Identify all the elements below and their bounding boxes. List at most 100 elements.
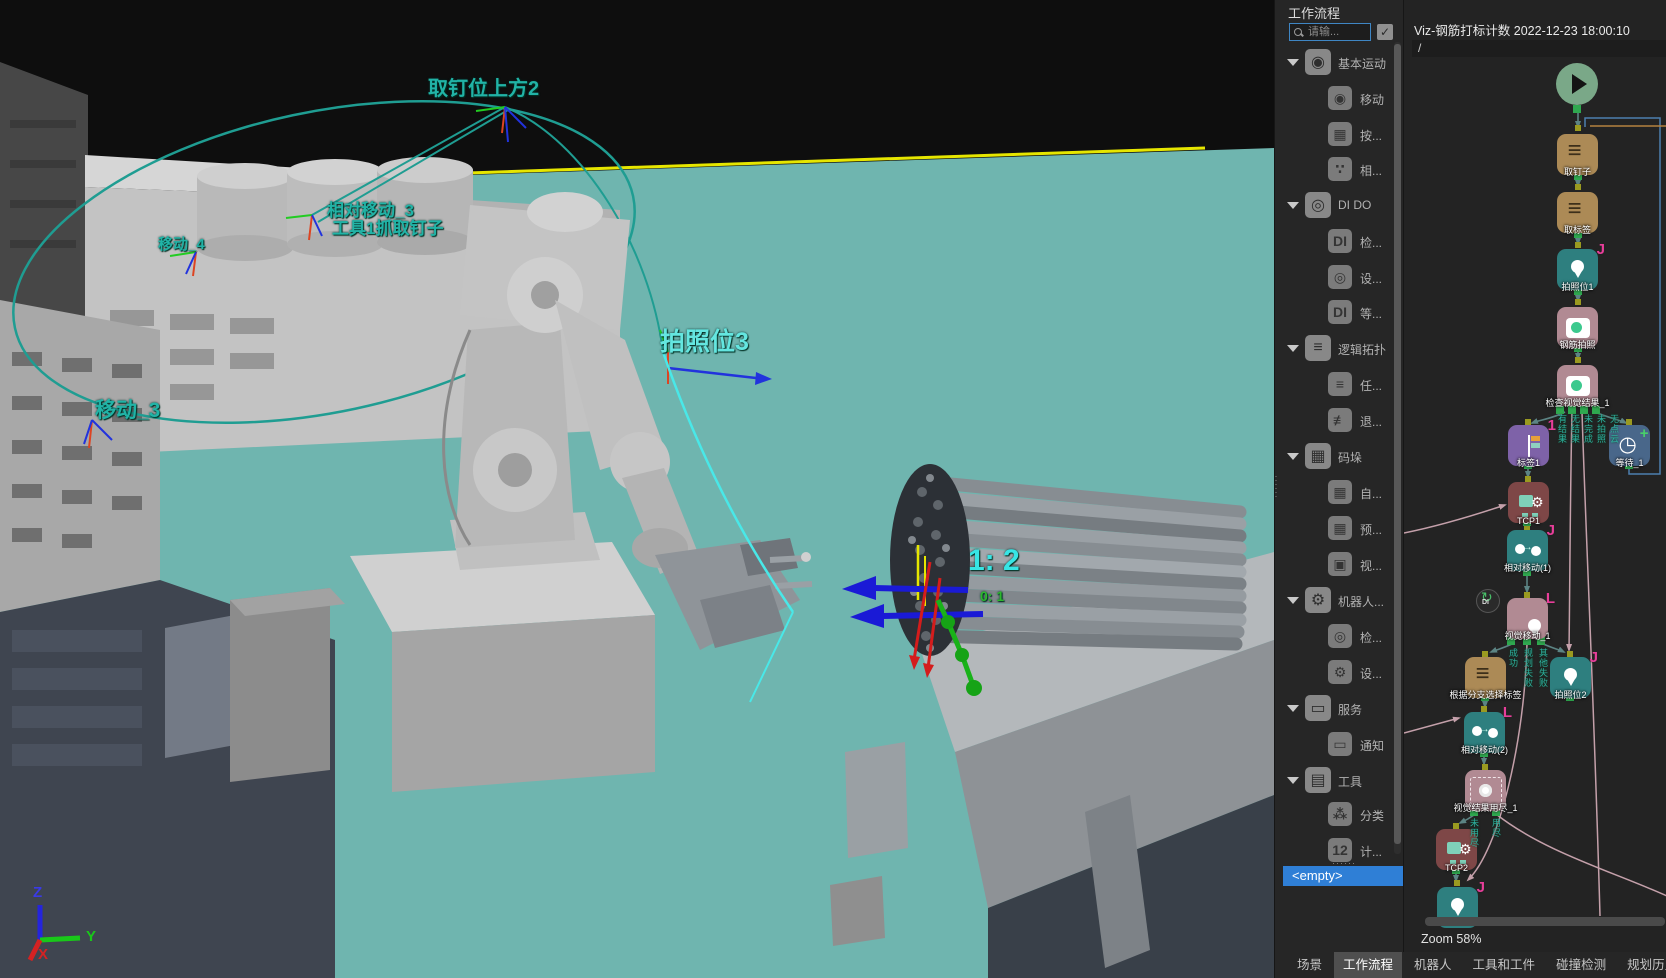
robot-gear-icon: ⚙: [1328, 660, 1352, 684]
signpost-icon: [1520, 435, 1538, 457]
tree-item-robot-set[interactable]: ⚙设...: [1275, 654, 1406, 690]
count-ratio-small-label: 0: 1: [980, 588, 1004, 604]
tree-item-relative-move[interactable]: ∵相...: [1275, 151, 1406, 187]
tree-scrollbar-thumb[interactable]: [1394, 44, 1401, 844]
robot-arm-icon: ⚙: [1305, 587, 1331, 613]
tree-group-logic-topology[interactable]: ≡逻辑拓扑: [1275, 330, 1406, 366]
node-vision-move-1[interactable]: L视觉移动_1: [1507, 598, 1548, 639]
tab-tools-workpieces[interactable]: 工具和工件: [1464, 952, 1545, 978]
tree-item-auto-pallet[interactable]: ▦自...: [1275, 474, 1406, 510]
tree-item-vision-pallet[interactable]: ▣视...: [1275, 546, 1406, 582]
pallet-camera-icon: ▣: [1328, 552, 1352, 576]
clock-plus-icon: [1619, 435, 1641, 457]
tree-item-move[interactable]: ◉移动: [1275, 80, 1406, 116]
play-button[interactable]: [1556, 63, 1598, 105]
camera-check-icon: [1566, 376, 1590, 396]
search-input[interactable]: [1306, 25, 1370, 39]
search-box[interactable]: [1289, 23, 1371, 41]
node-relative-move-2[interactable]: L相对移动(2): [1464, 712, 1505, 753]
tree-group-di-do[interactable]: ◎DI DO: [1275, 187, 1406, 223]
search-icon: [1294, 28, 1303, 37]
3d-viewport[interactable]: 取钉位上方2 相对移动_3 工具1抓取钉子 移动_4 拍照位3 移动_3 1: …: [0, 0, 1274, 978]
tree-item-wait-di[interactable]: DI等...: [1275, 294, 1406, 330]
node-pick-nail[interactable]: 取钉子: [1557, 134, 1598, 175]
tree-group-tools[interactable]: ▤工具: [1275, 762, 1406, 798]
tree-group-palletize[interactable]: ▦码垛: [1275, 438, 1406, 474]
di-check-icon: DI: [1328, 229, 1352, 253]
axis-x-label: X: [38, 946, 48, 963]
tree-item-notify[interactable]: ▭通知: [1275, 726, 1406, 762]
branch-label: 成功: [1507, 648, 1520, 668]
tree-item-grid-move[interactable]: ▦按...: [1275, 116, 1406, 152]
collapse-triangle-icon[interactable]: [1287, 345, 1299, 352]
waypoint-label-tool-grab: 工具1抓取钉子: [332, 214, 443, 239]
tab-robot[interactable]: 机器人: [1405, 952, 1461, 978]
selected-item-bar[interactable]: <empty>: [1283, 866, 1406, 886]
classify-icon: ⁂: [1328, 802, 1352, 826]
tab-scene[interactable]: 场景: [1288, 952, 1331, 978]
resize-handle-vertical[interactable]: ······: [1273, 474, 1279, 498]
tree-group-service[interactable]: ▭服务: [1275, 690, 1406, 726]
node-select-label-by-branch[interactable]: 根据分支选择标签: [1465, 657, 1506, 698]
loop-di-icon[interactable]: [1476, 589, 1500, 613]
collapse-triangle-icon[interactable]: [1287, 202, 1299, 209]
chat-notify-icon: ▭: [1328, 732, 1352, 756]
layers-icon: [1566, 201, 1590, 225]
node-vision-result-exhausted[interactable]: 视觉结果用尽_1: [1465, 770, 1506, 811]
graph-hscrollbar[interactable]: [1425, 917, 1665, 926]
robot-check-icon: ◎: [1328, 624, 1352, 648]
tree-group-basic-motion[interactable]: ◉基本运动: [1275, 44, 1406, 80]
node-photo-pos-1[interactable]: J拍照位1: [1557, 249, 1598, 290]
workflow-graph-panel[interactable]: Viz-钢筋打标计数 2022-12-23 18:00:10 /: [1403, 0, 1666, 978]
branch-label: 无点云: [1608, 414, 1621, 444]
workflow-library-panel: 工作流程 ◉基本运动 ◉移动 ▦按... ∵相... ◎DI DO DI检...…: [1274, 0, 1405, 978]
tab-collision-detect[interactable]: 碰撞检测: [1547, 952, 1615, 978]
tree-item-preset-pallet[interactable]: ▦预...: [1275, 510, 1406, 546]
collapse-triangle-icon[interactable]: [1287, 705, 1299, 712]
node-rebar-photo[interactable]: 钢筋拍照: [1557, 307, 1598, 348]
node-photo-pos-2[interactable]: J拍照位2: [1550, 657, 1591, 698]
tree-item-check-di[interactable]: DI检...: [1275, 223, 1406, 259]
node-pick-label[interactable]: 取标签: [1557, 192, 1598, 233]
tree-item-set-do[interactable]: ◎设...: [1275, 259, 1406, 295]
collapse-triangle-icon[interactable]: [1287, 777, 1299, 784]
tab-workflow[interactable]: 工作流程: [1334, 952, 1402, 978]
branch-label: 规划失败: [1522, 648, 1535, 688]
layers-icon: [1566, 143, 1590, 167]
collapse-triangle-icon[interactable]: [1287, 59, 1299, 66]
do-circle-icon: ◎: [1328, 265, 1352, 289]
panel-title: 工作流程: [1288, 3, 1340, 22]
tree-item-exit[interactable]: ≢退...: [1275, 402, 1406, 438]
pallet-grid-icon: ▦: [1328, 516, 1352, 540]
tree-item-robot-check[interactable]: ◎检...: [1275, 618, 1406, 654]
node-tcp1[interactable]: TCP1: [1508, 482, 1549, 523]
circle-io-icon: ◎: [1305, 192, 1331, 218]
tree-group-robot[interactable]: ⚙机器人...: [1275, 582, 1406, 618]
pallet-icon: ▦: [1305, 443, 1331, 469]
node-check-vision-result[interactable]: 检查视觉结果_1: [1557, 365, 1598, 406]
gripper-gear-icon: [1518, 492, 1540, 514]
node-label-1[interactable]: 1标签1: [1508, 425, 1549, 466]
branch-label: 未完成: [1582, 414, 1595, 444]
collapse-triangle-icon[interactable]: [1287, 453, 1299, 460]
waypoint-label-pick-above: 取钉位上方2: [428, 72, 539, 101]
filter-checkbox[interactable]: [1377, 24, 1393, 40]
relative-move-icon: [1515, 544, 1541, 558]
gripper-gear-icon: [1446, 839, 1468, 861]
tree-item-classify[interactable]: ⁂分类: [1275, 796, 1406, 832]
branch-label: 未用尽: [1468, 818, 1481, 848]
layers-out-icon: ≢: [1328, 408, 1352, 432]
branch-label: 其他失败: [1537, 648, 1550, 688]
collapse-triangle-icon[interactable]: [1287, 597, 1299, 604]
layers-stack-icon: ≡: [1305, 335, 1331, 361]
tree-item-task[interactable]: ≡任...: [1275, 366, 1406, 402]
camera-icon: [1566, 318, 1590, 338]
bottom-tab-bar: 场景 工作流程 机器人 工具和工件 碰撞检测 规划历史 其他: [1283, 952, 1666, 978]
tree-scrollbar[interactable]: [1394, 42, 1401, 854]
tab-planning-history[interactable]: 规划历史: [1618, 952, 1666, 978]
move-pin-icon: [1451, 898, 1465, 918]
move-pin-icon: [1571, 260, 1585, 280]
node-relative-move-1[interactable]: J相对移动(1): [1507, 530, 1548, 571]
robot-simulation-app: 取钉位上方2 相对移动_3 工具1抓取钉子 移动_4 拍照位3 移动_3 1: …: [0, 0, 1666, 978]
waypoint-label-move-3: 移动_3: [95, 394, 160, 424]
